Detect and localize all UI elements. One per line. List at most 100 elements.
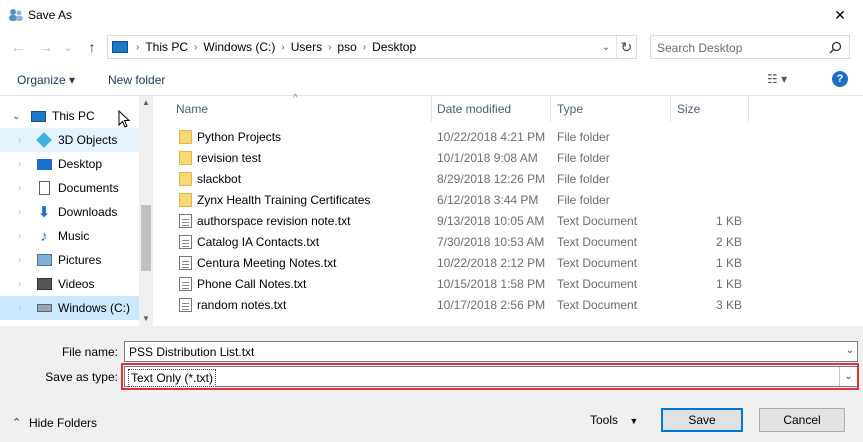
chevron-down-icon[interactable]: ⌄ (846, 345, 854, 356)
list-item-text-file[interactable]: Phone Call Notes.txt 10/15/2018 1:58 PM … (175, 274, 765, 295)
column-separator[interactable] (550, 96, 551, 122)
chevron-right-icon[interactable]: › (18, 279, 32, 290)
chevron-right-icon[interactable]: › (18, 183, 32, 194)
file-size: 1 KB (715, 214, 742, 228)
list-item-folder[interactable]: Zynx Health Training Certificates 6/12/2… (175, 190, 765, 211)
sidebar-item-label: Downloads (58, 205, 118, 219)
file-name: Catalog IA Contacts.txt (197, 235, 320, 249)
forward-button[interactable]: → (38, 39, 54, 55)
hide-folders-button[interactable]: Hide Folders (29, 416, 97, 430)
list-item-text-file[interactable]: Centura Meeting Notes.txt 10/22/2018 2:1… (175, 253, 765, 274)
cancel-button[interactable]: Cancel (759, 408, 845, 432)
computer-icon (30, 108, 46, 124)
sidebar-item-music[interactable]: › ♪ Music (0, 224, 139, 248)
chevron-right-icon[interactable]: › (18, 159, 32, 170)
search-input[interactable] (657, 40, 827, 55)
view-list-icon: ☷ ▾ (767, 72, 788, 86)
chevron-right-icon[interactable]: › (18, 303, 32, 314)
sidebar-item-documents[interactable]: › Documents (0, 176, 139, 200)
address-history-button[interactable]: ⌄ (598, 36, 614, 58)
file-type: Text Document (557, 256, 638, 270)
sidebar-item-downloads[interactable]: › ⬇ Downloads (0, 200, 139, 224)
videos-icon (36, 276, 52, 292)
sidebar-item-3d-objects[interactable]: › 3D Objects (0, 128, 139, 152)
column-header-name[interactable]: Name (176, 96, 430, 122)
chevron-right-icon[interactable]: › (18, 135, 32, 146)
column-header-size[interactable]: Size (677, 96, 747, 122)
back-button[interactable]: ← (10, 39, 26, 55)
list-item-text-file[interactable]: authorspace revision note.txt 9/13/2018 … (175, 211, 765, 232)
change-view-button[interactable]: ☷ ▾ (767, 72, 787, 86)
breadcrumb-desktop[interactable]: Desktop (368, 40, 420, 54)
highlight-box (121, 363, 859, 390)
sidebar-item-pictures[interactable]: › Pictures (0, 248, 139, 272)
list-item-folder[interactable]: Python Projects 10/22/2018 4:21 PM File … (175, 127, 765, 148)
text-document-icon (179, 256, 192, 270)
sidebar-item-desktop[interactable]: › Desktop (0, 152, 139, 176)
up-button[interactable]: ↑ (84, 39, 100, 55)
chevron-down-icon[interactable]: ⌄ (12, 111, 26, 122)
search-box[interactable] (650, 35, 850, 59)
column-separator[interactable] (670, 96, 671, 122)
file-date: 10/22/2018 2:12 PM (437, 256, 546, 270)
chevron-right-icon[interactable]: › (18, 207, 32, 218)
list-item-text-file[interactable]: Catalog IA Contacts.txt 7/30/2018 10:53 … (175, 232, 765, 253)
address-bar[interactable]: › This PC › Windows (C:) › Users › pso ›… (107, 35, 637, 59)
documents-icon (36, 180, 52, 196)
tools-label: Tools (590, 413, 619, 427)
help-button[interactable]: ? (832, 71, 848, 87)
navigation-scrollbar-thumb[interactable] (141, 205, 151, 271)
sidebar-item-label: Pictures (58, 253, 102, 267)
column-separator[interactable] (431, 96, 432, 122)
new-folder-button[interactable]: New folder (108, 73, 165, 87)
chevron-right-icon[interactable]: › (18, 255, 32, 266)
file-name: random notes.txt (197, 298, 287, 312)
chevron-right-icon: › (136, 41, 140, 53)
scroll-down-icon[interactable]: ▼ (141, 314, 151, 324)
desktop-icon (36, 156, 52, 172)
close-button[interactable]: ✕ (817, 0, 863, 30)
save-button[interactable]: Save (661, 408, 743, 432)
file-date: 8/29/2018 12:26 PM (437, 172, 546, 186)
folder-icon (179, 151, 192, 165)
navigation-pane[interactable]: ⌄ This PC › 3D Objects › Desktop › Docum… (0, 96, 153, 326)
file-date: 7/30/2018 10:53 AM (437, 235, 545, 249)
download-icon: ⬇ (37, 204, 51, 221)
file-type: File folder (557, 193, 610, 207)
sidebar-item-windows-c[interactable]: › Windows (C:) (0, 296, 139, 320)
breadcrumb-pso[interactable]: pso (333, 40, 360, 54)
chevron-right-icon: › (281, 41, 285, 53)
cube-icon (36, 132, 52, 148)
breadcrumb-windows-c[interactable]: Windows (C:) (199, 40, 279, 54)
sidebar-item-videos[interactable]: › Videos (0, 272, 139, 296)
folder-icon (179, 130, 192, 144)
tools-button[interactable]: Tools ▼ (590, 413, 638, 427)
file-type: Text Document (557, 214, 638, 228)
breadcrumb-this-pc[interactable]: This PC (141, 40, 192, 54)
refresh-icon: ↻ (620, 38, 633, 55)
recent-locations-button[interactable]: ⌄ (62, 39, 74, 55)
sidebar-item-label: Documents (58, 181, 119, 195)
file-name-field[interactable]: ⌄ (124, 341, 858, 362)
column-separator[interactable] (748, 96, 749, 122)
column-header-date-modified[interactable]: Date modified (437, 96, 550, 122)
file-type: File folder (557, 172, 610, 186)
save-as-users-icon (8, 8, 24, 22)
column-header-type[interactable]: Type (557, 96, 669, 122)
chevron-up-icon[interactable]: ⌃ (12, 416, 21, 429)
scroll-up-icon[interactable]: ▲ (141, 98, 151, 108)
sidebar-item-label: Videos (58, 277, 95, 291)
breadcrumb-users[interactable]: Users (287, 40, 326, 54)
organize-button[interactable]: Organize ▾ (17, 73, 75, 87)
list-item-text-file[interactable]: random notes.txt 10/17/2018 2:56 PM Text… (175, 295, 765, 316)
list-item-folder[interactable]: revision test 10/1/2018 9:08 AM File fol… (175, 148, 765, 169)
chevron-down-icon: ⌄ (63, 41, 73, 54)
file-name-input[interactable] (129, 343, 829, 361)
mouse-cursor-icon (118, 110, 130, 128)
file-size: 2 KB (715, 235, 742, 249)
folder-icon (179, 193, 192, 207)
chevron-right-icon[interactable]: › (18, 231, 32, 242)
text-document-icon (179, 277, 192, 291)
refresh-button[interactable]: ↻ (616, 36, 636, 58)
list-item-folder[interactable]: slackbot 8/29/2018 12:26 PM File folder (175, 169, 765, 190)
